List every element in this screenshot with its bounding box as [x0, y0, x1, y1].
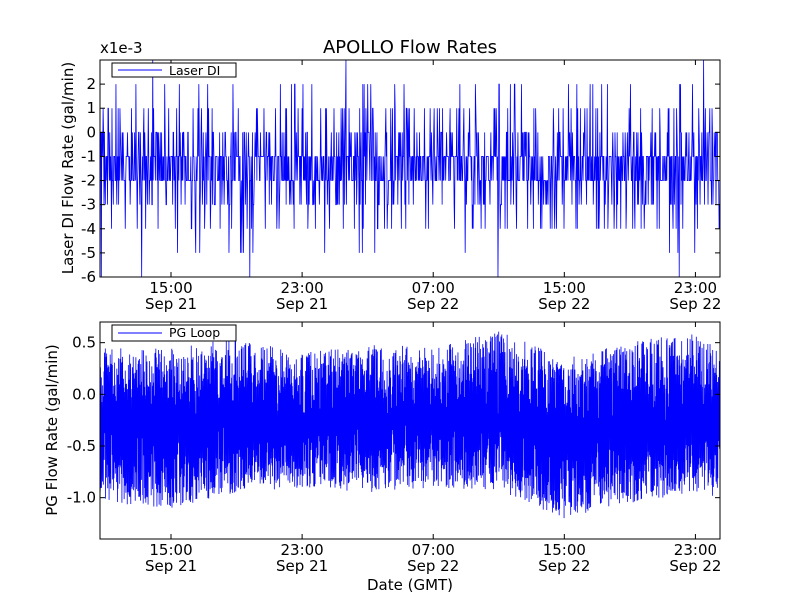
x-tick-label-date: Sep 22 — [538, 557, 590, 575]
y-tick-label: -6 — [81, 268, 96, 286]
x-tick-label-date: Sep 22 — [407, 295, 459, 313]
y-tick-label: -5 — [81, 244, 96, 262]
x-tick-label-date: Sep 21 — [276, 295, 328, 313]
top-legend-label: Laser DI — [169, 63, 220, 78]
y-tick-label: -1 — [81, 147, 96, 165]
x-axis-label: Date (GMT) — [367, 576, 453, 594]
x-tick-label-date: Sep 22 — [538, 295, 590, 313]
chart-title: APOLLO Flow Rates — [323, 37, 497, 58]
x-tick-label-date: Sep 22 — [669, 557, 721, 575]
x-tick-label-date: Sep 21 — [276, 557, 328, 575]
bottom-y-axis-label: PG Flow Rate (gal/min) — [43, 344, 61, 516]
bottom-legend: PG Loop — [111, 324, 237, 342]
y-tick-label: 0.0 — [72, 385, 96, 403]
x-tick-label-date: Sep 22 — [669, 295, 721, 313]
y-tick-label: -0.5 — [67, 437, 96, 455]
y-tick-label: 0 — [86, 123, 96, 141]
y-tick-label: 1 — [86, 99, 96, 117]
y-tick-label: 0.5 — [72, 334, 96, 352]
top-offset-label: x1e-3 — [100, 39, 143, 57]
y-tick-label: -2 — [81, 172, 96, 190]
x-tick-label-date: Sep 22 — [407, 557, 459, 575]
x-tick-label-date: Sep 21 — [145, 295, 197, 313]
top-legend: Laser DI — [111, 62, 237, 78]
bottom-legend-label: PG Loop — [169, 325, 220, 340]
figure: APOLLO Flow Rates -6-5-4-3-2-1012 15:00S… — [0, 0, 800, 600]
y-tick-label: -1.0 — [67, 489, 96, 507]
x-tick-label-date: Sep 21 — [145, 557, 197, 575]
y-tick-label: -3 — [81, 196, 96, 214]
top-y-axis-label: Laser DI Flow Rate (gal/min) — [59, 62, 77, 274]
y-tick-label: 2 — [86, 75, 96, 93]
y-tick-label: -4 — [81, 220, 96, 238]
